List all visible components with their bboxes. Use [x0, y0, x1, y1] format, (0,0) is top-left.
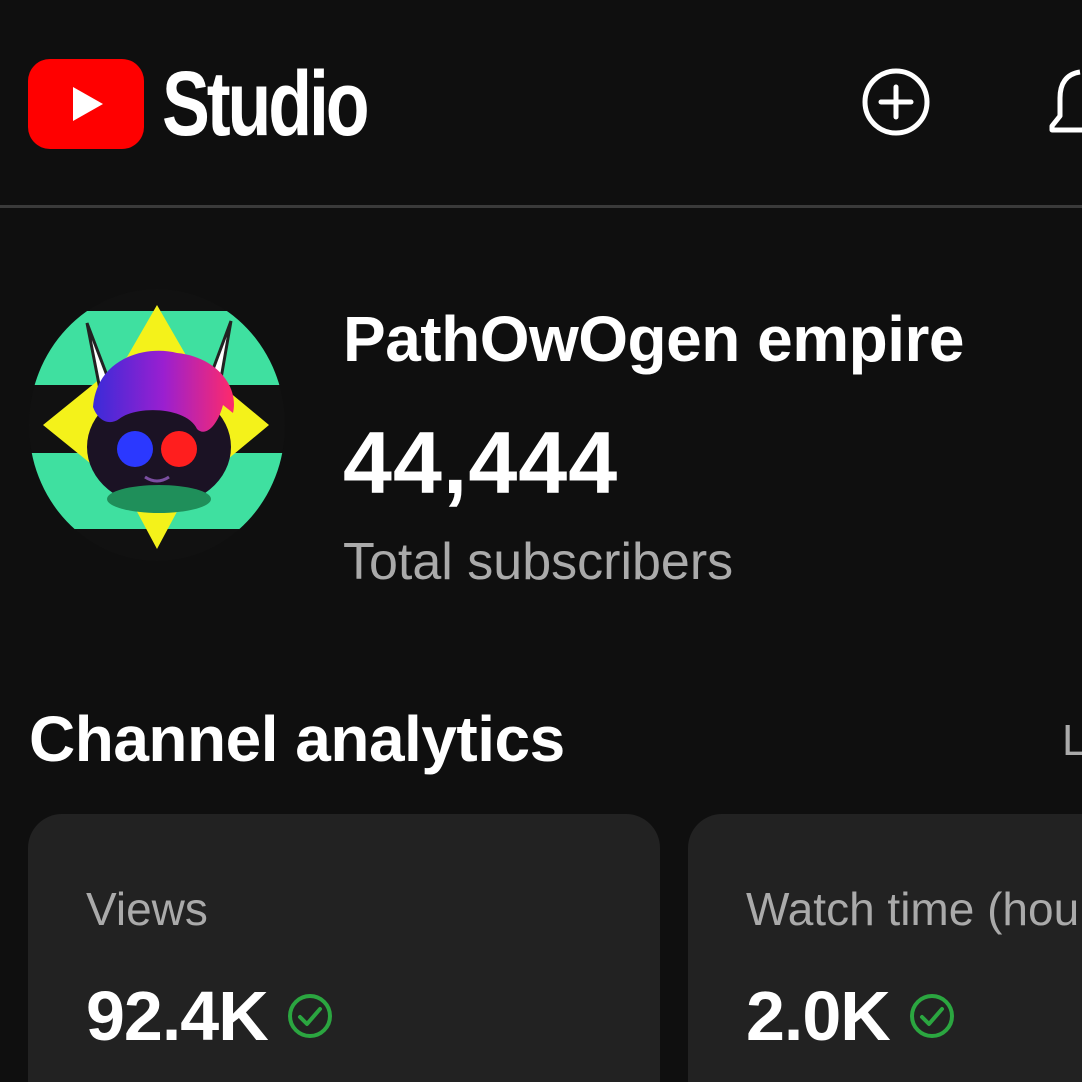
notifications-bell-icon	[1049, 69, 1082, 133]
subscriber-label: Total subscribers	[343, 533, 734, 591]
analytics-more-link[interactable]: L	[1062, 716, 1082, 766]
watch-time-value-row: 2.0K	[746, 976, 956, 1056]
views-label: Views	[86, 883, 208, 935]
youtube-play-icon	[28, 59, 144, 149]
channel-avatar[interactable]	[27, 287, 287, 563]
create-plus-icon	[862, 68, 930, 136]
play-triangle	[73, 87, 103, 121]
youtube-studio-screen: Studio PathOwOgen empire 44,444 Total su…	[0, 0, 1082, 1082]
studio-logo[interactable]: Studio	[28, 58, 424, 150]
watch-time-card[interactable]: Watch time (hour 2.0K	[688, 814, 1082, 1082]
views-value: 92.4K	[86, 977, 269, 1055]
check-circle-icon	[909, 994, 954, 1038]
subscriber-count: 44,444	[343, 413, 619, 512]
watch-time-label: Watch time (hour	[746, 883, 1082, 935]
create-button[interactable]	[860, 66, 932, 138]
header-divider	[0, 205, 1082, 208]
channel-avatar-image	[29, 289, 285, 561]
views-card[interactable]: Views 92.4K	[28, 814, 660, 1082]
channel-analytics-title: Channel analytics	[29, 703, 565, 775]
notifications-button[interactable]	[1046, 60, 1082, 144]
channel-name: PathOwOgen empire	[343, 303, 964, 375]
watch-time-value: 2.0K	[746, 977, 891, 1055]
top-app-bar: Studio	[0, 0, 1082, 208]
app-name: Studio	[162, 53, 370, 155]
check-circle-icon	[287, 994, 332, 1038]
views-value-row: 92.4K	[86, 976, 334, 1056]
